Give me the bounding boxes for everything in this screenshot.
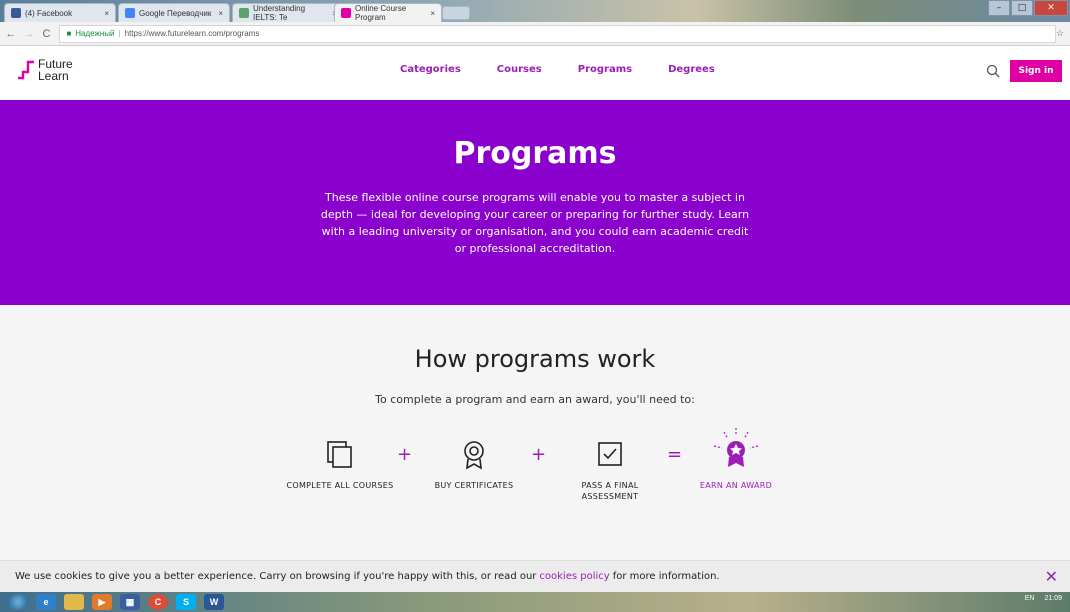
award-icon: [713, 428, 759, 467]
browser-tab-programs[interactable]: Online Course Program ×: [334, 3, 442, 22]
browser-tab-facebook[interactable]: (4) Facebook ×: [4, 3, 116, 22]
maximize-button[interactable]: □: [1011, 0, 1033, 16]
plus-icon: +: [531, 444, 547, 465]
back-icon[interactable]: ←: [4, 28, 18, 40]
google-translate-icon: [125, 8, 135, 18]
os-taskbar: e ▶ ▦ C S W EN 21:09: [0, 592, 1070, 612]
sign-in-button[interactable]: Sign in: [1010, 60, 1062, 82]
nav-courses[interactable]: Courses: [497, 64, 542, 75]
step-label: PASS A FINAL ASSESSMENT: [581, 481, 639, 501]
tab-label: (4) Facebook: [25, 8, 73, 18]
tab-label: Understanding IELTS: Te: [253, 4, 306, 22]
url-separator: |: [118, 29, 121, 38]
step-complete-courses: COMPLETE ALL COURSES: [280, 440, 400, 491]
browser-tab-ielts[interactable]: Understanding IELTS: Te ×: [232, 3, 344, 22]
facebook-icon: [11, 8, 21, 18]
cookies-policy-link[interactable]: cookies policy: [539, 571, 609, 582]
hero-banner: Programs These flexible online course pr…: [0, 100, 1070, 305]
close-icon[interactable]: ×: [218, 9, 223, 18]
browser-tab-strip: (4) Facebook × Google Переводчик × Under…: [0, 0, 1070, 22]
tab-label: Online Course Program: [355, 4, 407, 22]
close-icon[interactable]: ×: [430, 9, 435, 18]
step-buy-certificates: BUY CERTIFICATES: [424, 440, 524, 491]
url-text: https://www.futurelearn.com/programs: [124, 29, 260, 38]
step-label: COMPLETE ALL COURSES: [286, 481, 394, 490]
step-label: EARN AN AWARD: [699, 481, 773, 490]
word-icon[interactable]: W: [204, 594, 224, 610]
step-pass-assessment: PASS A FINAL ASSESSMENT: [560, 440, 660, 502]
logo-steps-icon: [18, 60, 34, 80]
step-earn-award: EARN AN AWARD: [686, 426, 786, 491]
skype-icon[interactable]: S: [176, 594, 196, 610]
cookie-text: We use cookies to give you a better expe…: [15, 571, 537, 582]
url-input[interactable]: ■ Надежный | https://www.futurelearn.com…: [59, 24, 1056, 43]
ie-icon[interactable]: e: [36, 594, 56, 610]
secure-label: Надежный: [75, 29, 115, 38]
close-icon[interactable]: ×: [104, 9, 109, 18]
certificate-icon: [464, 441, 484, 470]
language-indicator[interactable]: EN: [1025, 595, 1035, 602]
system-tray: EN 21:09: [1025, 595, 1062, 602]
nav-degrees[interactable]: Degrees: [668, 64, 715, 75]
futurelearn-icon: [341, 8, 351, 18]
section-subtitle: To complete a program and earn an award,…: [375, 393, 695, 406]
how-programs-work-section: How programs work To complete a program …: [0, 305, 1070, 560]
chrome-icon[interactable]: C: [148, 594, 168, 610]
main-nav: Categories Courses Programs Degrees: [400, 64, 715, 75]
nav-categories[interactable]: Categories: [400, 64, 461, 75]
logo-line2: Learn: [38, 69, 69, 83]
bookmark-star-icon[interactable]: ☆: [1056, 28, 1064, 39]
plus-icon: +: [397, 444, 413, 465]
new-tab-button[interactable]: [442, 6, 470, 20]
clock[interactable]: 21:09: [1044, 595, 1062, 602]
equals-icon: =: [667, 444, 683, 465]
folder-icon[interactable]: [64, 594, 84, 610]
close-window-button[interactable]: ✕: [1034, 0, 1068, 16]
courses-icon: [327, 441, 352, 468]
address-bar: ← → C ■ Надежный | https://www.futurelea…: [0, 22, 1070, 46]
section-title: How programs work: [414, 345, 656, 373]
start-button[interactable]: [8, 594, 28, 610]
close-icon[interactable]: ✕: [1045, 567, 1058, 586]
tab-label: Google Переводчик: [139, 8, 212, 18]
futurelearn-logo[interactable]: Future Learn: [18, 58, 73, 82]
window-controls: – □ ✕: [988, 0, 1068, 16]
cookie-banner: We use cookies to give you a better expe…: [0, 560, 1070, 592]
page-title: Programs: [453, 136, 617, 171]
assessment-icon: [598, 442, 622, 466]
cookie-text-end: for more information.: [612, 571, 720, 582]
media-player-icon[interactable]: ▶: [92, 594, 112, 610]
site-header: Future Learn Categories Courses Programs…: [0, 46, 1070, 100]
step-label: BUY CERTIFICATES: [434, 481, 514, 490]
hero-description: These flexible online course programs wi…: [320, 191, 750, 255]
forward-icon[interactable]: →: [22, 28, 36, 40]
minimize-button[interactable]: –: [988, 0, 1010, 16]
lock-icon: ■: [66, 29, 72, 38]
reload-icon[interactable]: C: [40, 28, 54, 40]
apps-icon[interactable]: ▦: [120, 594, 140, 610]
browser-tab-translate[interactable]: Google Переводчик ×: [118, 3, 230, 22]
nav-programs[interactable]: Programs: [578, 64, 632, 75]
search-icon[interactable]: [986, 64, 1000, 78]
site-icon: [239, 8, 249, 18]
